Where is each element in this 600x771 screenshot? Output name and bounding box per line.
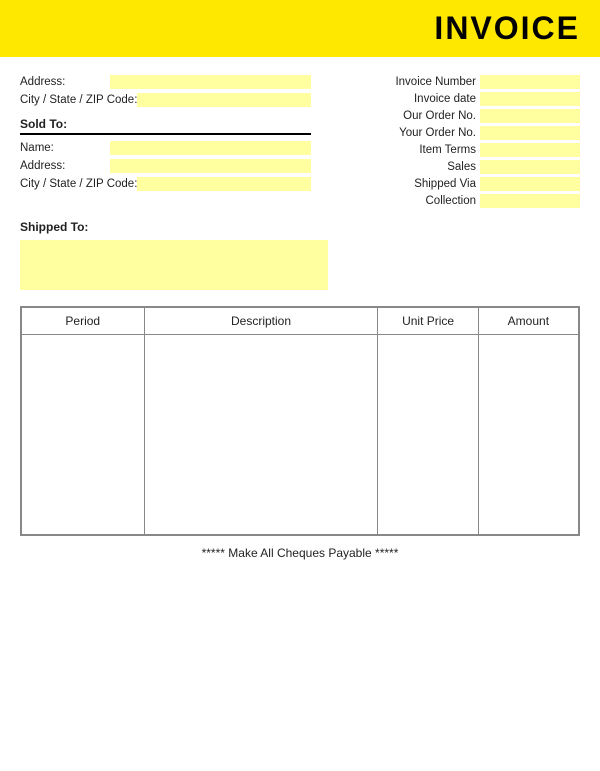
shipped-via-row: Shipped Via (334, 177, 580, 191)
collection-row: Collection (334, 194, 580, 208)
header: INVOICE (0, 0, 600, 57)
our-order-label: Our Order No. (366, 110, 476, 122)
your-order-input[interactable] (480, 126, 580, 140)
shipped-to-section: Shipped To: (20, 220, 580, 290)
item-terms-label: Item Terms (366, 144, 476, 156)
shipped-via-input[interactable] (480, 177, 580, 191)
collection-label: Collection (366, 195, 476, 207)
right-section: Invoice Number Invoice date Our Order No… (334, 75, 580, 208)
name-row: Name: (20, 141, 311, 155)
sold-to-label: Sold To: (20, 117, 311, 135)
left-section: Address: City / State / ZIP Code: Sold T… (20, 75, 311, 208)
name-input[interactable] (110, 141, 311, 155)
sales-input[interactable] (480, 160, 580, 174)
table-row (22, 335, 579, 535)
address-row: Address: (20, 75, 311, 89)
shipped-to-label: Shipped To: (20, 220, 580, 234)
city-label: City / State / ZIP Code: (20, 94, 137, 106)
shipped-via-label: Shipped Via (366, 178, 476, 190)
shipped-to-box[interactable] (20, 240, 328, 290)
invoice-date-row: Invoice date (334, 92, 580, 106)
unit-price-cell[interactable] (378, 335, 478, 535)
sales-row: Sales (334, 160, 580, 174)
main-content: Address: City / State / ZIP Code: Sold T… (0, 57, 600, 580)
col-amount: Amount (478, 308, 578, 335)
name-label: Name: (20, 142, 110, 154)
col-period: Period (22, 308, 145, 335)
invoice-number-label: Invoice Number (366, 76, 476, 88)
address-input[interactable] (110, 75, 311, 89)
city2-label: City / State / ZIP Code: (20, 178, 137, 190)
invoice-title: INVOICE (0, 10, 580, 47)
amount-cell[interactable] (478, 335, 578, 535)
invoice-number-input[interactable] (480, 75, 580, 89)
your-order-row: Your Order No. (334, 126, 580, 140)
our-order-input[interactable] (480, 109, 580, 123)
invoice-date-input[interactable] (480, 92, 580, 106)
item-terms-input[interactable] (480, 143, 580, 157)
invoice-date-label: Invoice date (366, 93, 476, 105)
item-terms-row: Item Terms (334, 143, 580, 157)
sold-to-section: Sold To: (20, 117, 311, 135)
city2-row: City / State / ZIP Code: (20, 177, 311, 191)
your-order-label: Your Order No. (366, 127, 476, 139)
description-cell[interactable] (144, 335, 378, 535)
city2-input[interactable] (137, 177, 311, 191)
invoice-table: Period Description Unit Price Amount (21, 307, 579, 535)
city-input[interactable] (137, 93, 311, 107)
address2-input[interactable] (110, 159, 311, 173)
footer: ***** Make All Cheques Payable ***** (20, 546, 580, 570)
address2-label: Address: (20, 160, 110, 172)
col-description: Description (144, 308, 378, 335)
city-row: City / State / ZIP Code: (20, 93, 311, 107)
invoice-table-section: Period Description Unit Price Amount (20, 306, 580, 536)
col-unit-price: Unit Price (378, 308, 478, 335)
top-section: Address: City / State / ZIP Code: Sold T… (20, 75, 580, 208)
footer-text: ***** Make All Cheques Payable ***** (202, 546, 399, 560)
address2-row: Address: (20, 159, 311, 173)
sales-label: Sales (366, 161, 476, 173)
address-label: Address: (20, 76, 110, 88)
invoice-number-row: Invoice Number (334, 75, 580, 89)
period-cell[interactable] (22, 335, 145, 535)
collection-input[interactable] (480, 194, 580, 208)
our-order-row: Our Order No. (334, 109, 580, 123)
